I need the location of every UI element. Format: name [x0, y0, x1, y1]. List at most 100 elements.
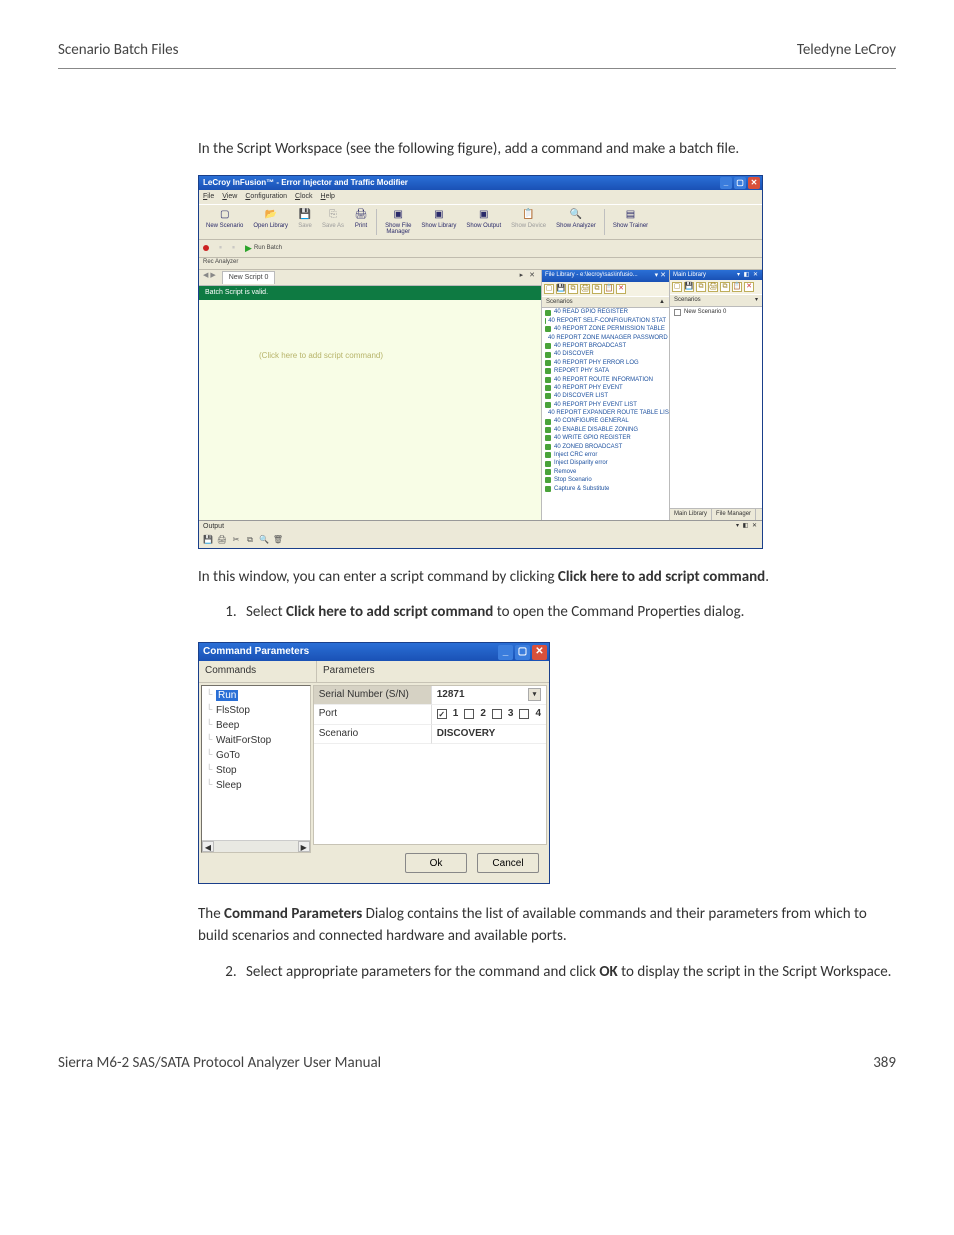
copy2-icon[interactable]: ⧉: [720, 282, 730, 292]
list-item[interactable]: REPORT PHY SATA: [542, 367, 669, 375]
list-item[interactable]: 40 ENABLE DISABLE ZONING: [542, 426, 669, 434]
minimize-icon[interactable]: _: [720, 177, 732, 189]
add-command-placeholder[interactable]: (Click here to add script command): [259, 350, 383, 362]
cmd-run[interactable]: Run: [204, 688, 308, 703]
file-library-column-header[interactable]: Scenarios▲: [542, 296, 669, 309]
maximize-icon[interactable]: ▢: [734, 177, 746, 189]
main-library-list[interactable]: New Scenario 0: [670, 307, 762, 508]
tab-new-script[interactable]: New Script 0: [222, 271, 276, 284]
save-icon[interactable]: 💾: [556, 284, 566, 294]
close-icon[interactable]: ✕: [748, 177, 760, 189]
cmd-sleep[interactable]: Sleep: [204, 778, 308, 793]
port-3-checkbox[interactable]: [492, 709, 502, 719]
panel-controls[interactable]: ▾ ✕: [655, 271, 666, 281]
param-scenario-value[interactable]: DISCOVERY: [432, 725, 546, 745]
list-item[interactable]: 40 DISCOVER LIST: [542, 392, 669, 400]
ok-button[interactable]: Ok: [405, 853, 467, 873]
paste-icon[interactable]: 📋: [732, 282, 742, 292]
list-item[interactable]: 40 READ GPIO REGISTER: [542, 308, 669, 316]
print-icon[interactable]: 🖨: [217, 535, 227, 545]
delete-icon[interactable]: ✕: [616, 284, 626, 294]
clear-icon[interactable]: 🗑: [273, 535, 283, 545]
show-file-manager-button[interactable]: ▣Show File Manager: [381, 207, 415, 237]
checkbox-icon[interactable]: [674, 309, 681, 316]
new-icon[interactable]: ▢: [672, 282, 682, 292]
main-library-title[interactable]: Main Library ▾ ◧ ✕: [670, 270, 762, 281]
list-item[interactable]: 40 REPORT BROADCAST: [542, 342, 669, 350]
list-item[interactable]: 40 DISCOVER: [542, 350, 669, 358]
copy-icon[interactable]: ⧉: [696, 282, 706, 292]
list-item[interactable]: 40 REPORT EXPANDER ROUTE TABLE LIS: [542, 409, 669, 417]
cmd-flsstop[interactable]: FlsStop: [204, 703, 308, 718]
list-item[interactable]: 40 REPORT ZONE MANAGER PASSWORD: [542, 334, 669, 342]
list-item[interactable]: Inject CRC error: [542, 451, 669, 459]
menu-clock[interactable]: Clock: [295, 192, 313, 202]
show-output-button[interactable]: ▣Show Output: [462, 207, 505, 237]
menu-view[interactable]: View: [222, 192, 237, 202]
cancel-button[interactable]: Cancel: [477, 853, 539, 873]
scenario-list[interactable]: 40 READ GPIO REGISTER40 REPORT SELF-CONF…: [542, 308, 669, 519]
list-item[interactable]: 40 ZONED BROADCAST: [542, 443, 669, 451]
cmd-waitforstop[interactable]: WaitForStop: [204, 733, 308, 748]
menubar[interactable]: File View Configuration Clock Help: [199, 190, 762, 204]
file-library-title[interactable]: File Library - e:\lecroy\sas\infusio... …: [542, 270, 669, 282]
tab-controls[interactable]: ▸ ✕: [520, 271, 537, 284]
scroll-left-icon[interactable]: ◀: [202, 841, 214, 852]
list-item[interactable]: 40 REPORT PHY ERROR LOG: [542, 359, 669, 367]
copy-icon[interactable]: ⧉: [568, 284, 578, 294]
menu-configuration[interactable]: Configuration: [245, 192, 287, 202]
dropdown-icon[interactable]: ▾: [528, 688, 541, 701]
cmd-goto[interactable]: GoTo: [204, 748, 308, 763]
copy-icon[interactable]: ⧉: [245, 535, 255, 545]
cmd-beep[interactable]: Beep: [204, 718, 308, 733]
close-icon[interactable]: ✕: [532, 645, 547, 660]
scroll-right-icon[interactable]: ▶: [298, 841, 310, 852]
print-icon[interactable]: 🖨: [708, 282, 718, 292]
new-scenario-button[interactable]: ▢New Scenario: [202, 207, 247, 237]
param-port-value[interactable]: ✓1 2 3 4: [432, 705, 546, 725]
port-4-checkbox[interactable]: [519, 709, 529, 719]
menu-file[interactable]: File: [203, 192, 214, 202]
find-icon[interactable]: 🔍: [259, 535, 269, 545]
list-item[interactable]: 40 REPORT SELF-CONFIGURATION STAT: [542, 317, 669, 325]
tab-main-library[interactable]: Main Library: [670, 509, 712, 520]
print-icon[interactable]: 🖨: [580, 284, 590, 294]
record-icon[interactable]: [203, 245, 209, 251]
main-library-column-header[interactable]: Scenarios▾: [670, 294, 762, 307]
commands-tree[interactable]: Run FlsStop Beep WaitForStop GoTo Stop S…: [201, 685, 311, 853]
tab-file-manager[interactable]: File Manager: [712, 509, 756, 520]
panel-controls[interactable]: ▾ ◧ ✕: [736, 522, 758, 532]
list-item[interactable]: Inject Disparity error: [542, 459, 669, 467]
paste-icon[interactable]: 📋: [604, 284, 614, 294]
list-item[interactable]: 40 REPORT PHY EVENT: [542, 384, 669, 392]
show-analyzer-button[interactable]: 🔍Show Analyzer: [552, 207, 600, 237]
delete-icon[interactable]: ✕: [744, 282, 754, 292]
list-item[interactable]: 40 REPORT ZONE PERMISSION TABLE: [542, 325, 669, 333]
save-icon[interactable]: 💾: [684, 282, 694, 292]
show-library-button[interactable]: ▣Show Library: [417, 207, 460, 237]
cmd-stop[interactable]: Stop: [204, 763, 308, 778]
list-item[interactable]: 40 REPORT ROUTE INFORMATION: [542, 376, 669, 384]
titlebar[interactable]: LeCroy InFusion™ - Error Injector and Tr…: [199, 176, 762, 190]
menu-help[interactable]: Help: [321, 192, 335, 202]
list-item[interactable]: New Scenario 0: [670, 307, 762, 318]
show-trainer-button[interactable]: ▤Show Trainer: [609, 207, 652, 237]
list-item[interactable]: Stop Scenario: [542, 476, 669, 484]
param-serial-value[interactable]: 12871 ▾: [432, 686, 546, 706]
port-1-checkbox[interactable]: ✓: [437, 709, 447, 719]
maximize-icon[interactable]: ▢: [515, 645, 530, 660]
play-icon[interactable]: ▶: [245, 242, 252, 255]
cut-icon[interactable]: ✂: [231, 535, 241, 545]
copy2-icon[interactable]: ⧉: [592, 284, 602, 294]
list-item[interactable]: 40 REPORT PHY EVENT LIST: [542, 401, 669, 409]
list-item[interactable]: Capture & Substitute: [542, 485, 669, 493]
print-button[interactable]: 🖨Print: [350, 207, 372, 237]
port-2-checkbox[interactable]: [464, 709, 474, 719]
save-icon[interactable]: 💾: [203, 535, 213, 545]
script-area[interactable]: (Click here to add script command): [199, 300, 541, 520]
minimize-icon[interactable]: _: [498, 645, 513, 660]
list-item[interactable]: Remove: [542, 468, 669, 476]
panel-controls[interactable]: ▾ ◧ ✕: [737, 271, 759, 280]
titlebar[interactable]: Command Parameters _ ▢ ✕: [199, 643, 549, 661]
horizontal-scrollbar[interactable]: ◀ ▶: [202, 840, 310, 852]
